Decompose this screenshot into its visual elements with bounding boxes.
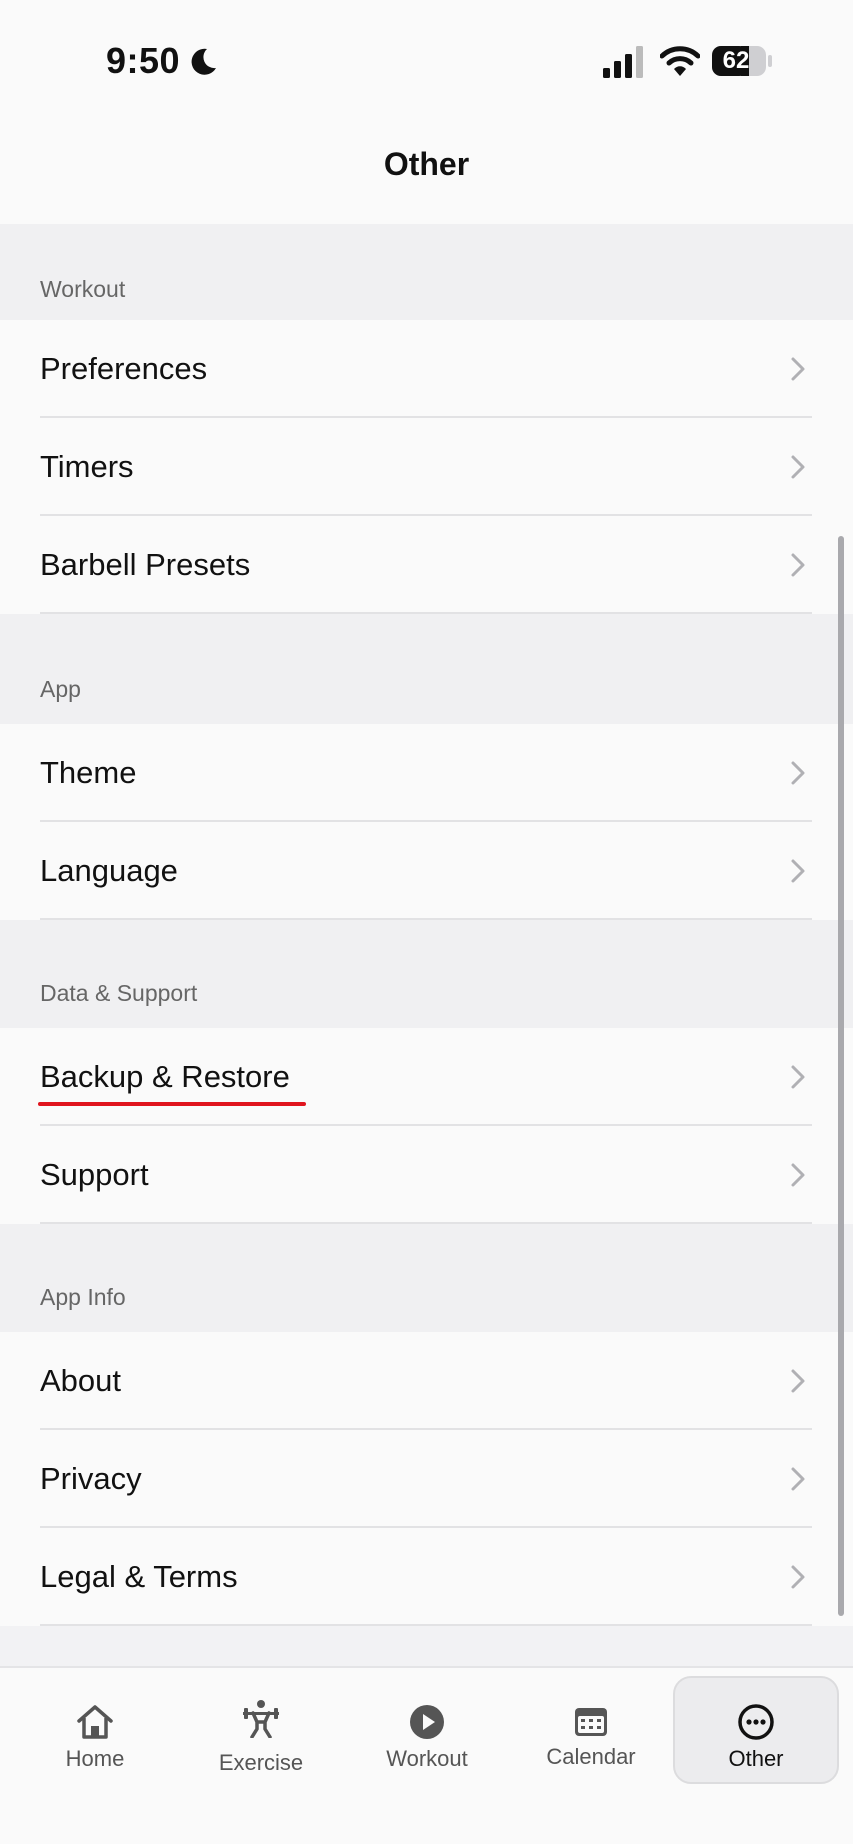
- settings-row-barbell-presets[interactable]: Barbell Presets: [0, 516, 853, 614]
- divider: [40, 1624, 812, 1626]
- settings-row-preferences[interactable]: Preferences: [0, 320, 853, 418]
- row-label: Barbell Presets: [40, 547, 251, 582]
- row-label: Preferences: [40, 351, 208, 386]
- row-label: Timers: [40, 449, 134, 484]
- settings-row-language[interactable]: Language: [0, 822, 853, 920]
- page-title: Other: [383, 146, 470, 182]
- status-bar: 9:50 62: [0, 0, 853, 118]
- tab-label: Other: [728, 1746, 784, 1771]
- tab-label: Home: [65, 1746, 125, 1771]
- chevron-right-icon: [791, 455, 805, 479]
- section-label: App Info: [40, 1284, 126, 1310]
- chevron-right-icon: [791, 553, 805, 577]
- row-label: Language: [40, 853, 178, 888]
- highlight-underline: [38, 1102, 306, 1106]
- chevron-right-icon: [791, 859, 805, 883]
- row-label: About: [40, 1363, 122, 1398]
- signal-icon: [603, 46, 643, 78]
- section-label: Workout: [40, 276, 126, 302]
- section-header-app-info: App Info: [0, 1224, 853, 1332]
- chevron-right-icon: [791, 357, 805, 381]
- settings-row-theme[interactable]: Theme: [0, 724, 853, 822]
- wifi-icon: [660, 46, 700, 76]
- settings-row-timers[interactable]: Timers: [0, 418, 853, 516]
- exercise-icon: [243, 1700, 279, 1738]
- tab-bar: Home Exercise Workout Calendar Other: [0, 1666, 853, 1844]
- home-icon: [77, 1705, 113, 1739]
- section-label: App: [40, 676, 81, 702]
- section-label: Data & Support: [40, 980, 198, 1006]
- chevron-right-icon: [791, 1163, 805, 1187]
- section-header-data-support: Data & Support: [0, 920, 853, 1028]
- settings-row-privacy[interactable]: Privacy: [0, 1430, 853, 1528]
- tab-workout[interactable]: Workout: [344, 1676, 510, 1784]
- nav-header: Other: [0, 118, 853, 224]
- row-label: Legal & Terms: [40, 1559, 238, 1594]
- settings-row-backup-restore[interactable]: Backup & Restore: [0, 1028, 853, 1126]
- tab-calendar[interactable]: Calendar: [508, 1676, 674, 1784]
- tab-other[interactable]: Other: [673, 1676, 839, 1784]
- row-label: Support: [40, 1157, 149, 1192]
- more-icon: [738, 1704, 774, 1740]
- tab-home[interactable]: Home: [12, 1676, 178, 1784]
- play-icon: [410, 1705, 444, 1739]
- settings-row-about[interactable]: About: [0, 1332, 853, 1430]
- section-header-workout: Workout: [0, 224, 853, 320]
- row-label: Privacy: [40, 1461, 142, 1496]
- chevron-right-icon: [791, 1369, 805, 1393]
- tab-exercise[interactable]: Exercise: [178, 1676, 344, 1784]
- status-time: 9:50: [106, 40, 181, 81]
- chevron-right-icon: [791, 761, 805, 785]
- chevron-right-icon: [791, 1565, 805, 1589]
- chevron-right-icon: [791, 1467, 805, 1491]
- settings-row-legal-terms[interactable]: Legal & Terms: [0, 1528, 853, 1626]
- section-header-app: App: [0, 614, 853, 724]
- chevron-right-icon: [791, 1065, 805, 1089]
- tab-label: Calendar: [546, 1744, 636, 1769]
- settings-row-support[interactable]: Support: [0, 1126, 853, 1224]
- tab-label: Exercise: [218, 1750, 304, 1775]
- calendar-icon: [575, 1708, 607, 1736]
- tab-label: Workout: [386, 1746, 468, 1771]
- row-label: Theme: [40, 755, 137, 790]
- battery-level: 62: [722, 47, 750, 74]
- moon-icon: [191, 48, 216, 75]
- row-label: Backup & Restore: [40, 1059, 290, 1094]
- scrollbar[interactable]: [838, 536, 844, 1616]
